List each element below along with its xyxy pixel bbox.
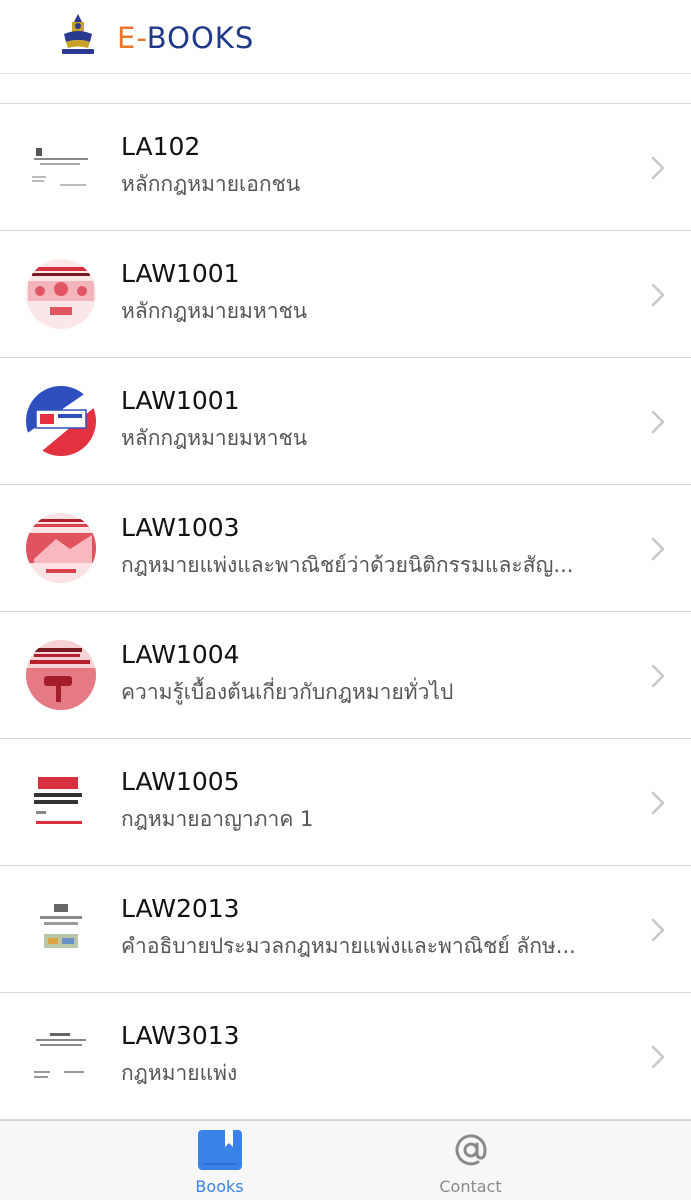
book-name: หลักกฎหมายเอกชน: [121, 172, 301, 196]
app-title-prefix: E-: [117, 21, 147, 55]
bottom-tab-bar: Books Contact: [0, 1120, 691, 1200]
list-top-spacer: [0, 74, 691, 104]
book-name: หลักกฎหมายมหาชน: [121, 426, 308, 450]
book-cover-image: [26, 259, 96, 329]
book-cover-image: [26, 767, 96, 837]
chevron-right-icon: [651, 791, 665, 815]
book-row[interactable]: LAW1003 กฎหมายแพ่งและพาณิชย์ว่าด้วยนิติก…: [0, 485, 691, 612]
book-code: LA102: [121, 132, 201, 161]
book-code: LAW1003: [121, 513, 240, 542]
book-cover-image: [26, 1021, 96, 1091]
book-code: LAW1004: [121, 640, 240, 669]
chevron-right-icon: [651, 1045, 665, 1069]
chevron-right-icon: [651, 664, 665, 688]
book-name: ความรู้เบื้องต้นเกี่ยวกับกฎหมายทั่วไป: [121, 680, 454, 704]
app-title: E-BOOKS: [117, 20, 254, 56]
book-code: LAW3013: [121, 1021, 240, 1050]
book-name: คำอธิบายประมวลกฎหมายแพ่งและพาณิชย์ ลักษ.…: [121, 934, 576, 958]
book-cover-image: [26, 132, 96, 202]
book-name: กฎหมายอาญาภาค 1: [121, 807, 314, 831]
book-name: หลักกฎหมายมหาชน: [121, 299, 308, 323]
chevron-right-icon: [651, 537, 665, 561]
book-code: LAW1001: [121, 386, 240, 415]
book-code: LAW2013: [121, 894, 240, 923]
book-row[interactable]: LAW3013 กฎหมายแพ่ง: [0, 993, 691, 1120]
app-title-main: BOOKS: [146, 21, 255, 55]
chevron-right-icon: [651, 156, 665, 180]
chevron-right-icon: [651, 410, 665, 434]
book-row[interactable]: LAW1001 หลักกฎหมายมหาชน: [0, 358, 691, 485]
at-sign-icon: [455, 1134, 487, 1166]
chevron-right-icon: [651, 918, 665, 942]
chevron-right-icon: [651, 283, 665, 307]
book-icon: [197, 1130, 242, 1170]
tab-contact[interactable]: Contact: [298, 1121, 643, 1200]
book-code: LAW1005: [121, 767, 240, 796]
book-list: LA102 หลักกฎหมายเอกชน LAW1001 หลักกฎหมาย…: [0, 104, 691, 1120]
book-cover-image: [26, 513, 96, 583]
book-name: กฎหมายแพ่ง: [121, 1061, 238, 1085]
app-header: E-BOOKS: [0, 0, 691, 74]
book-row[interactable]: LAW1004 ความรู้เบื้องต้นเกี่ยวกับกฎหมายท…: [0, 612, 691, 739]
book-row[interactable]: LA102 หลักกฎหมายเอกชน: [0, 104, 691, 231]
book-row[interactable]: LAW1005 กฎหมายอาญาภาค 1: [0, 739, 691, 866]
book-code: LAW1001: [121, 259, 240, 288]
book-row[interactable]: LAW2013 คำอธิบายประมวลกฎหมายแพ่งและพาณิช…: [0, 866, 691, 993]
tab-contact-label: Contact: [439, 1177, 502, 1196]
book-name: กฎหมายแพ่งและพาณิชย์ว่าด้วยนิติกรรมและสั…: [121, 553, 574, 577]
book-cover-image: [26, 894, 96, 964]
book-cover-image: [26, 640, 96, 710]
university-emblem-icon: [62, 14, 94, 54]
book-cover-image: [26, 386, 96, 456]
book-row[interactable]: LAW1001 หลักกฎหมายมหาชน: [0, 231, 691, 358]
